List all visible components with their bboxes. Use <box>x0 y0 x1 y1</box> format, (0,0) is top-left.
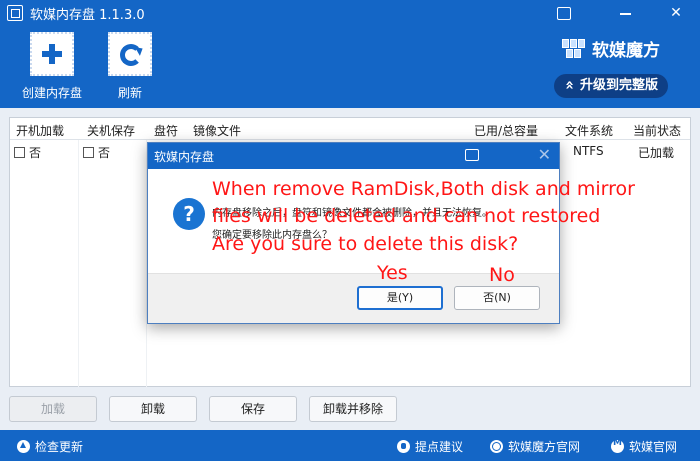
feedback-link[interactable]: 提点建议 <box>397 438 463 455</box>
load-button[interactable]: 加载 <box>9 396 97 422</box>
dialog-settings-icon[interactable] <box>465 149 479 161</box>
upgrade-button[interactable]: 升级到完整版 <box>553 74 668 98</box>
dialog-close-button[interactable]: ✕ <box>538 145 551 164</box>
refresh-label: 刷新 <box>117 86 142 100</box>
create-ramdisk-button[interactable]: 创建内存盘 <box>16 32 88 101</box>
boot-load-checkbox[interactable]: 否 <box>14 144 41 161</box>
company-site-link[interactable]: 软媒官网 <box>611 438 677 455</box>
column-header: 开机加载 <box>16 124 65 138</box>
update-icon <box>17 440 30 453</box>
refresh-button[interactable]: 刷新 <box>94 32 166 101</box>
app-header: 软媒内存盘 1.1.3.0 ✕ 创建内存盘 刷新 软媒魔方 升级到完整版 <box>0 0 700 108</box>
column-header: 文件系统 <box>565 124 614 138</box>
file-system-cell: NTFS <box>573 144 604 158</box>
annotation-yes: Yes <box>377 262 408 284</box>
title-bar: 软媒内存盘 1.1.3.0 ✕ <box>0 0 700 26</box>
column-header: 关机保存 <box>87 124 136 138</box>
brand-logo-icon <box>562 39 586 63</box>
close-button[interactable]: ✕ <box>664 3 688 23</box>
globe-icon <box>490 440 503 453</box>
column-header: 镜像文件 <box>193 124 242 138</box>
refresh-icon <box>108 32 152 76</box>
column-header: 当前状态 <box>633 124 682 138</box>
column-header: 盘符 <box>154 124 179 138</box>
dialog-title-bar: 软媒内存盘 ✕ <box>148 143 559 169</box>
shutdown-save-checkbox[interactable]: 否 <box>83 144 110 161</box>
annotation-line-2: files will be deleted and can not restor… <box>212 205 601 227</box>
minimize-button[interactable] <box>614 3 638 23</box>
annotation-line-1: When remove RamDisk,Both disk and mirror <box>212 178 635 200</box>
dialog-title: 软媒内存盘 <box>154 150 215 164</box>
no-button[interactable]: 否(N) <box>454 286 540 310</box>
app-icon <box>7 5 23 21</box>
create-label: 创建内存盘 <box>21 86 82 100</box>
column-header: 已用/总容量 <box>474 124 539 138</box>
annotation-line-3: Are you sure to delete this disk? <box>212 233 519 255</box>
brand-name: 软媒魔方 <box>592 41 660 61</box>
yes-button[interactable]: 是(Y) <box>357 286 443 310</box>
brand: 软媒魔方 <box>562 36 660 63</box>
official-site-link[interactable]: 软媒魔方官网 <box>490 438 580 455</box>
save-button[interactable]: 保存 <box>209 396 297 422</box>
create-icon <box>30 32 74 76</box>
app-title: 软媒内存盘 1.1.3.0 <box>30 8 145 23</box>
annotation-no: No <box>489 264 515 286</box>
bulb-icon <box>397 440 410 453</box>
status-bar: 检查更新 提点建议 软媒魔方官网 软媒官网 <box>0 430 700 461</box>
company-logo-icon <box>611 438 624 453</box>
unload-remove-button[interactable]: 卸载并移除 <box>309 396 397 422</box>
question-icon: ? <box>173 198 205 230</box>
check-update-link[interactable]: 检查更新 <box>17 438 83 455</box>
settings-icon[interactable] <box>552 3 576 23</box>
table-header: 开机加载 关机保存 盘符 镜像文件 已用/总容量 文件系统 当前状态 <box>10 118 690 140</box>
status-cell: 已加载 <box>638 146 675 160</box>
unload-button[interactable]: 卸载 <box>109 396 197 422</box>
